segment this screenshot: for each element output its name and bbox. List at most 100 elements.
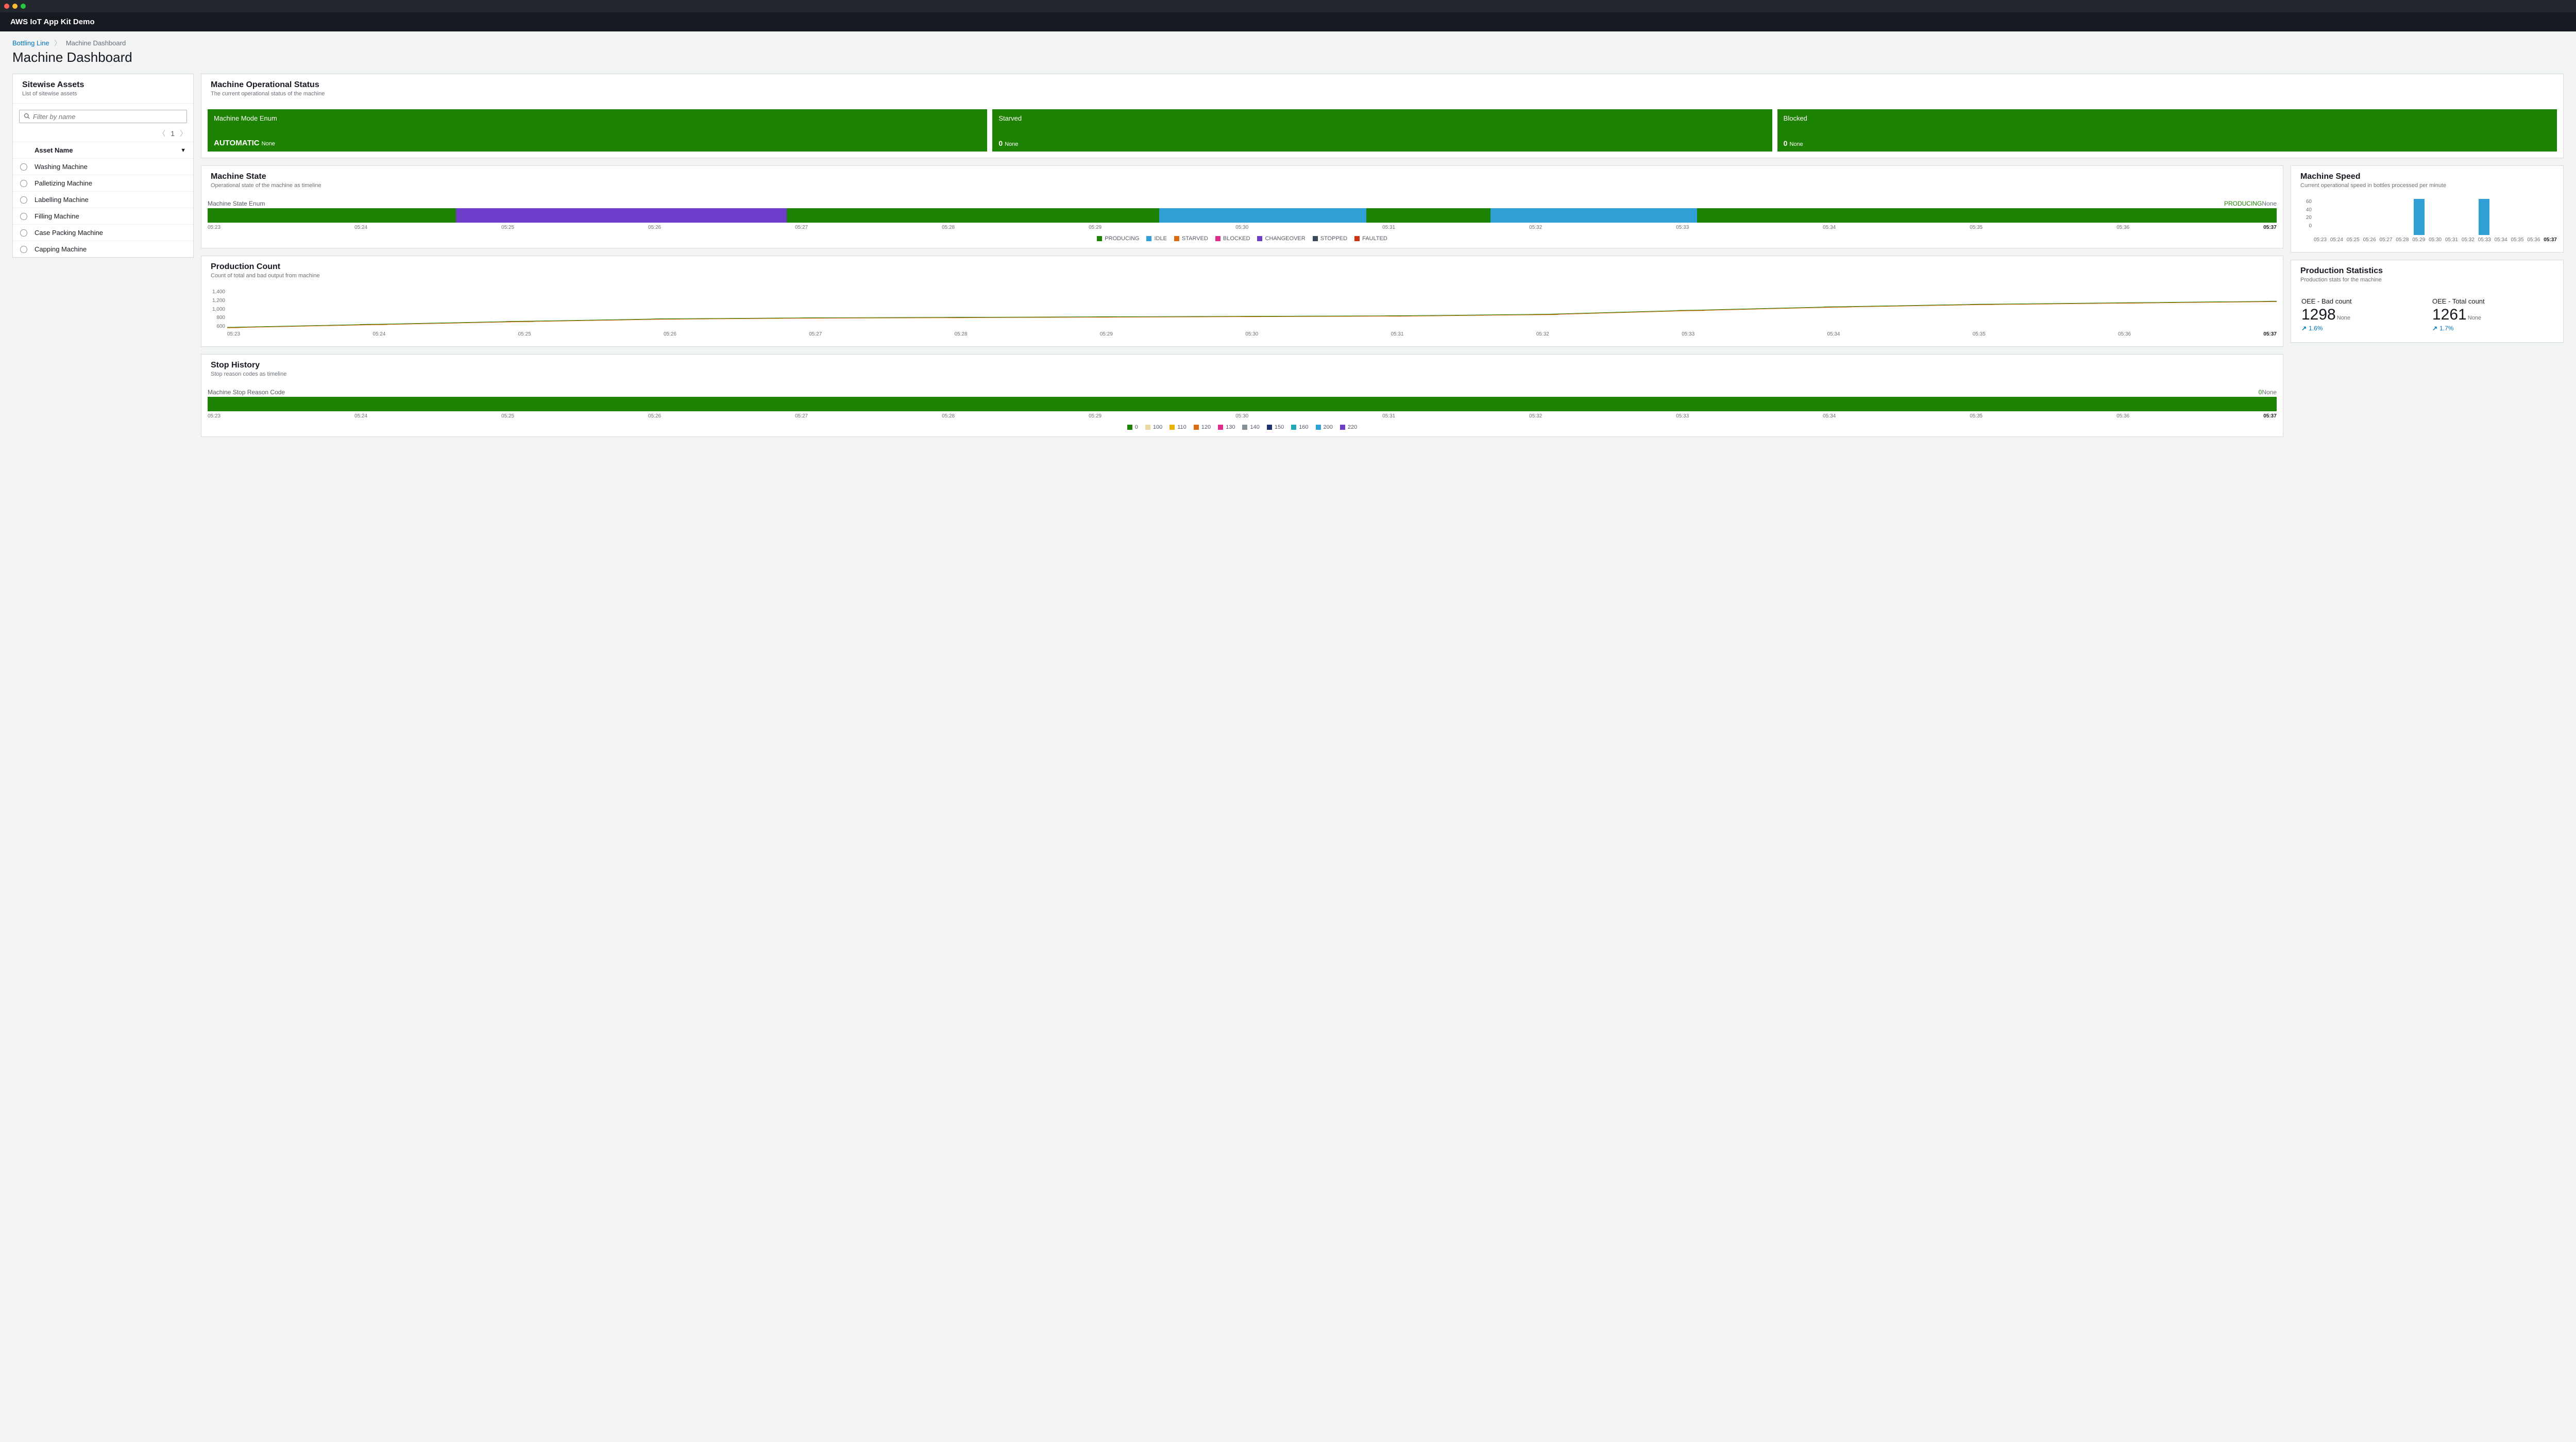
axis-tick: 05:30 [2429,237,2442,243]
asset-row[interactable]: Case Packing Machine [13,225,193,241]
legend-item: 0 [1127,424,1138,430]
axis-tick: 05:31 [1382,413,1395,419]
bar-slot [2444,199,2460,235]
radio-icon[interactable] [20,196,27,204]
stat-unit: None [2468,315,2481,321]
radio-icon[interactable] [20,180,27,187]
window-chrome [0,0,2576,12]
bar-slot [2493,199,2509,235]
legend-item: 120 [1194,424,1211,430]
state-timeline-chart [208,208,2277,223]
asset-name: Case Packing Machine [35,229,103,237]
axis-tick: 05:30 [1235,413,1248,419]
axis-tick: 05:25 [501,413,514,419]
bar-slot [2379,199,2394,235]
page-next-icon[interactable]: 〉 [180,128,187,139]
window-zoom-icon[interactable] [21,4,26,9]
axis-tick: 05:37 [2263,225,2277,230]
radio-icon[interactable] [20,213,27,220]
axis-tick: 05:26 [2363,237,2376,243]
radio-icon[interactable] [20,246,27,253]
axis-tick: 05:28 [942,413,955,419]
axis-tick: 05:29 [1100,331,1113,337]
tile-value: AUTOMATICNone [214,139,981,147]
asset-name: Palletizing Machine [35,179,92,187]
pager: 〈 1 〉 [13,125,193,142]
bar-slot [2526,199,2541,235]
axis-tick: 05:24 [354,225,367,230]
page-prev-icon[interactable]: 〈 [158,128,165,139]
axis-tick: 05:32 [1529,413,1542,419]
axis-tick: 05:23 [227,331,240,337]
stat-label: OEE - Bad count [2301,297,2422,305]
axis-tick: 05:28 [2396,237,2409,243]
legend-item: IDLE [1146,236,1166,242]
stop-timeline-chart [208,397,2277,411]
axis-tick: 05:37 [2263,413,2277,419]
axis-tick: 05:33 [1676,225,1689,230]
radio-icon[interactable] [20,163,27,171]
state-series-label: Machine State Enum [208,200,265,207]
axis-tick: 05:36 [2116,413,2129,419]
bar-slot [2330,199,2346,235]
legend-item: 200 [1316,424,1333,430]
window-close-icon[interactable] [4,4,9,9]
prodcount-title: Production Count [211,262,2274,272]
bar-slot [2428,199,2443,235]
breadcrumb: Bottling Line 〉 Machine Dashboard [0,31,2576,49]
asset-table-header[interactable]: Asset Name ▼ [13,142,193,159]
asset-row[interactable]: Washing Machine [13,159,193,175]
axis-tick: 05:23 [208,225,221,230]
filter-input-wrapper[interactable] [19,110,187,123]
sidebar-title: Sitewise Assets [22,80,184,90]
timeline-segment [1366,208,1490,223]
status-title: Machine Operational Status [211,80,2554,90]
axis-tick: 05:32 [1536,331,1549,337]
bar-slot [2477,199,2492,235]
axis-tick: 05:36 [2118,331,2131,337]
axis-tick: 05:35 [2511,237,2524,243]
state-title: Machine State [211,172,2274,181]
asset-row[interactable]: Capping Machine [13,241,193,257]
axis-tick: 05:33 [2478,237,2491,243]
bar-slot [2346,199,2362,235]
radio-icon[interactable] [20,229,27,237]
timeline-segment [1697,208,2276,223]
axis-tick: 05:34 [1823,225,1836,230]
legend-item: PRODUCING [1097,236,1139,242]
legend-item: STOPPED [1313,236,1347,242]
asset-name: Capping Machine [35,245,87,253]
asset-row[interactable]: Palletizing Machine [13,175,193,192]
sort-caret-icon[interactable]: ▼ [180,147,186,154]
breadcrumb-root-link[interactable]: Bottling Line [12,39,49,47]
trend-up-icon: ↗ [2301,325,2307,332]
asset-name: Filling Machine [35,212,79,220]
timeline-segment [787,208,1159,223]
window-minimize-icon[interactable] [12,4,18,9]
speed-desc: Current operational speed in bottles pro… [2300,182,2554,189]
page-number: 1 [171,129,175,138]
axis-tick: 05:26 [648,413,661,419]
asset-row[interactable]: Filling Machine [13,208,193,225]
tile-label: Machine Mode Enum [214,114,981,122]
speed-title: Machine Speed [2300,172,2554,181]
axis-tick: 05:27 [2380,237,2393,243]
production-count-chart: 1,4001,2001,000800600 [208,289,2277,329]
legend-item: STARVED [1174,236,1208,242]
asset-row[interactable]: Labelling Machine [13,192,193,208]
stat-value: 1298 [2301,306,2336,324]
axis-tick: 05:25 [501,225,514,230]
bar-slot [2395,199,2411,235]
axis-tick: 05:32 [1529,225,1542,230]
filter-input[interactable] [33,113,182,121]
stop-series-label: Machine Stop Reason Code [208,389,285,396]
state-desc: Operational state of the machine as time… [211,182,2274,189]
tile-value: 0None [1784,139,2551,147]
machine-speed-chart: 6040200 [2297,199,2557,235]
stop-desc: Stop reason codes as timeline [211,371,2274,377]
axis-tick: 05:28 [942,225,955,230]
axis-tick: 05:34 [2495,237,2507,243]
sidebar-desc: List of sitewise assets [22,91,184,97]
legend-item: 160 [1291,424,1308,430]
axis-tick: 05:32 [2462,237,2475,243]
